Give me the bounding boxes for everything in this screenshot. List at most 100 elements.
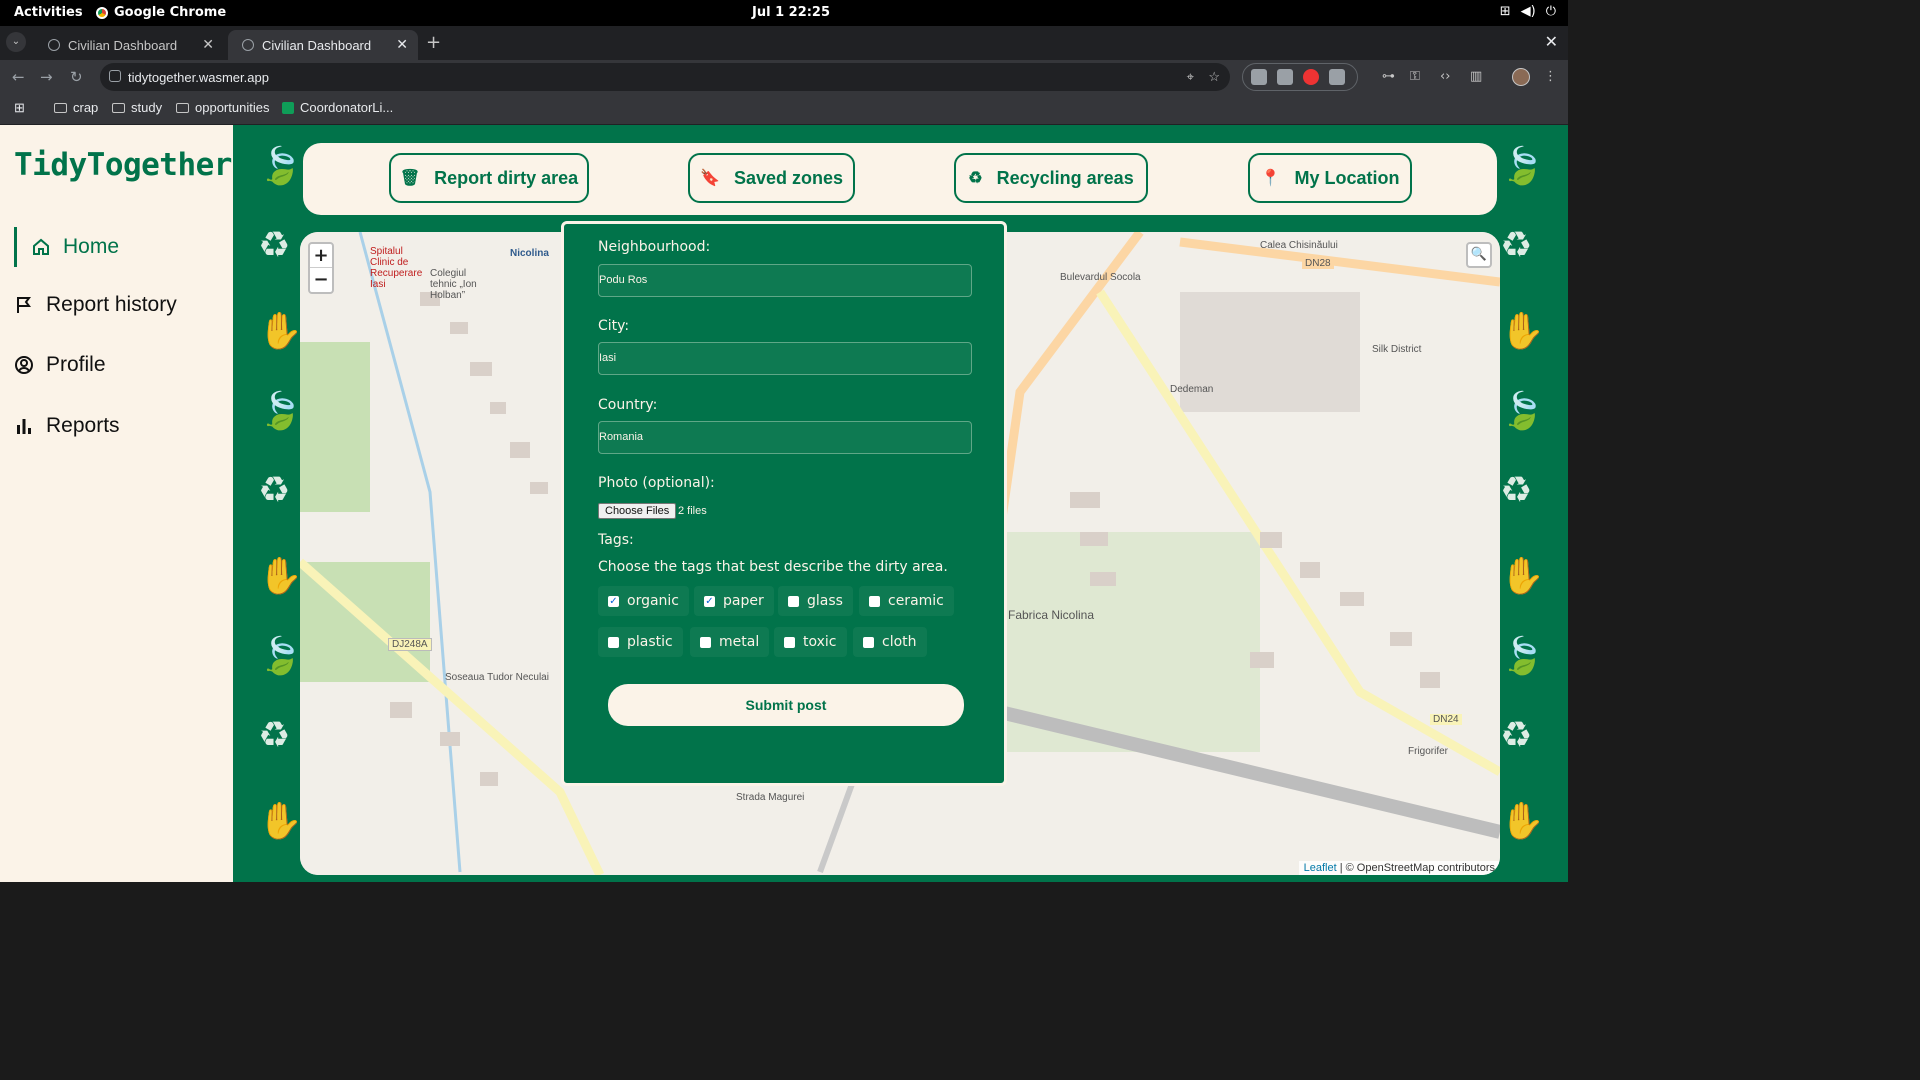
- bar-chart-icon: [17, 419, 31, 434]
- map-label: DJ248A: [388, 638, 432, 651]
- app-logo[interactable]: TidyTogether: [14, 147, 232, 183]
- map-label: Fabrica Nicolina: [1008, 608, 1095, 622]
- tab-civilian-dashboard-1[interactable]: Civilian Dashboard ✕: [34, 30, 224, 60]
- key-icon[interactable]: ⚿: [1410, 69, 1420, 84]
- link-icon[interactable]: ⊶: [1382, 69, 1395, 84]
- sidebar-item-profile[interactable]: Profile: [14, 353, 106, 377]
- city-input[interactable]: Iasi: [598, 342, 972, 375]
- back-icon[interactable]: ←: [12, 68, 25, 86]
- map-label: DN28: [1302, 258, 1334, 269]
- new-tab-icon[interactable]: +: [426, 32, 441, 53]
- code-icon[interactable]: ‹›: [1440, 69, 1450, 84]
- sidebar-item-reports[interactable]: Reports: [14, 414, 120, 438]
- country-label: Country:: [598, 397, 658, 413]
- tab-close-icon[interactable]: ✕: [396, 36, 408, 53]
- my-location-button[interactable]: 📍 My Location: [1248, 153, 1412, 203]
- leaf-icon: 🍃: [1500, 146, 1545, 187]
- zoom-control: + −: [308, 242, 334, 294]
- photo-label: Photo (optional):: [598, 475, 715, 491]
- bookmark-coordonator[interactable]: CoordonatorLi...: [282, 100, 393, 115]
- bookmark-star-icon[interactable]: ☆: [1208, 69, 1220, 85]
- profile-avatar[interactable]: [1512, 68, 1530, 86]
- tag-plastic[interactable]: plastic: [598, 627, 683, 657]
- checkbox-checked[interactable]: ✓: [608, 595, 619, 607]
- map-search-icon[interactable]: 🔍: [1466, 242, 1492, 268]
- tags-label: Tags:: [598, 532, 634, 548]
- tab-close-icon[interactable]: ✕: [202, 36, 214, 53]
- checkbox-checked[interactable]: ✓: [704, 595, 715, 607]
- choose-files-button[interactable]: Choose Files: [598, 503, 677, 519]
- checkbox[interactable]: [863, 636, 874, 648]
- tag-ceramic[interactable]: ceramic: [859, 586, 954, 616]
- location-icon[interactable]: ⌖: [1187, 69, 1194, 85]
- report-dirty-area-button[interactable]: 🗑 Report dirty area: [389, 153, 589, 203]
- system-tray[interactable]: ⊞ ◀) ⏻: [1500, 4, 1556, 19]
- tag-label: cloth: [882, 634, 917, 650]
- map-label: Soseaua Tudor Neculai: [445, 672, 549, 683]
- sidepanel-icon[interactable]: ▥: [1470, 69, 1482, 84]
- reload-icon[interactable]: ↻: [70, 68, 83, 86]
- hand-plant-icon: ✋: [258, 311, 303, 352]
- checkbox[interactable]: [784, 636, 795, 648]
- page-content: 🍃 ♻ ✋ 🍃 ♻ ✋ 🍃 ♻ ✋ 🍃 ♻ ✋ 🍃 ♻ ✋ 🍃 ♻ ✋ Tidy…: [0, 125, 1568, 882]
- adblock-icon[interactable]: [1303, 69, 1319, 85]
- site-info-icon[interactable]: [109, 70, 121, 82]
- map-label: Frigorifer: [1408, 746, 1449, 757]
- activities-button[interactable]: Activities: [14, 5, 83, 20]
- country-input[interactable]: Romania: [598, 421, 972, 454]
- extension-icon[interactable]: [1251, 69, 1267, 85]
- leaf-icon: 🍃: [258, 636, 303, 677]
- window-close-icon[interactable]: ✕: [1545, 32, 1558, 51]
- sidebar-item-home[interactable]: Home: [14, 227, 119, 267]
- tag-glass[interactable]: glass: [778, 586, 853, 616]
- tag-label: plastic: [627, 634, 673, 650]
- zoom-out-button[interactable]: −: [310, 268, 332, 292]
- checkbox[interactable]: [788, 595, 799, 607]
- tab-title: Civilian Dashboard: [262, 37, 372, 53]
- tag-paper[interactable]: ✓ paper: [694, 586, 774, 616]
- sidebar-item-label: Profile: [46, 353, 106, 376]
- bookmark-label: opportunities: [195, 100, 270, 115]
- clock[interactable]: Jul 1 22:25: [752, 5, 830, 20]
- app-name: Google Chrome: [114, 5, 227, 20]
- map-attribution: Leaflet | © OpenStreetMap contributors: [1298, 861, 1500, 875]
- forward-icon[interactable]: →: [40, 68, 53, 86]
- leaflet-link[interactable]: Leaflet: [1304, 862, 1337, 874]
- bookmark-opportunities[interactable]: opportunities: [176, 100, 269, 115]
- tab-title: Civilian Dashboard: [68, 37, 178, 53]
- zoom-in-button[interactable]: +: [310, 244, 332, 268]
- folder-icon: [54, 102, 67, 113]
- bookmark-crap[interactable]: crap: [54, 100, 98, 115]
- map-label: Calea Chisinăului: [1260, 240, 1338, 251]
- attribution-text: | © OpenStreetMap contributors: [1339, 862, 1495, 874]
- address-bar[interactable]: tidytogether.wasmer.app ⌖ ☆: [100, 63, 1230, 91]
- recycle-icon: ♻: [968, 170, 983, 187]
- tab-search-icon[interactable]: ⌄: [6, 32, 26, 52]
- map-label: Strada Magurei: [736, 792, 805, 803]
- neighbourhood-input[interactable]: Podu Ros: [598, 264, 972, 297]
- saved-zones-button[interactable]: 🔖 Saved zones: [688, 153, 855, 203]
- city-label: City:: [598, 318, 630, 334]
- globe-icon: [242, 39, 254, 51]
- tag-label: organic: [627, 593, 680, 609]
- checkbox[interactable]: [700, 636, 711, 648]
- app-menu[interactable]: Google Chrome: [96, 5, 226, 20]
- checkbox[interactable]: [869, 595, 880, 607]
- tag-toxic[interactable]: toxic: [774, 627, 847, 657]
- user-circle-icon: [15, 356, 33, 374]
- tag-cloth[interactable]: cloth: [853, 627, 927, 657]
- extension-icon[interactable]: [1277, 69, 1293, 85]
- apps-icon[interactable]: ⊞: [14, 100, 25, 116]
- tag-organic[interactable]: ✓ organic: [598, 586, 690, 616]
- submit-post-button[interactable]: Submit post: [608, 684, 964, 726]
- tag-metal[interactable]: metal: [690, 627, 770, 657]
- recycling-areas-button[interactable]: ♻ Recycling areas: [954, 153, 1148, 203]
- tab-civilian-dashboard-2[interactable]: Civilian Dashboard ✕: [228, 30, 418, 60]
- sidebar-item-report-history[interactable]: Report history: [14, 293, 177, 317]
- puzzle-icon[interactable]: [1329, 69, 1345, 85]
- hand-plant-icon: ✋: [1500, 311, 1545, 352]
- checkbox[interactable]: [608, 636, 619, 648]
- chrome-icon: [96, 6, 108, 19]
- menu-icon[interactable]: ⋮: [1544, 69, 1557, 84]
- bookmark-study[interactable]: study: [112, 100, 162, 115]
